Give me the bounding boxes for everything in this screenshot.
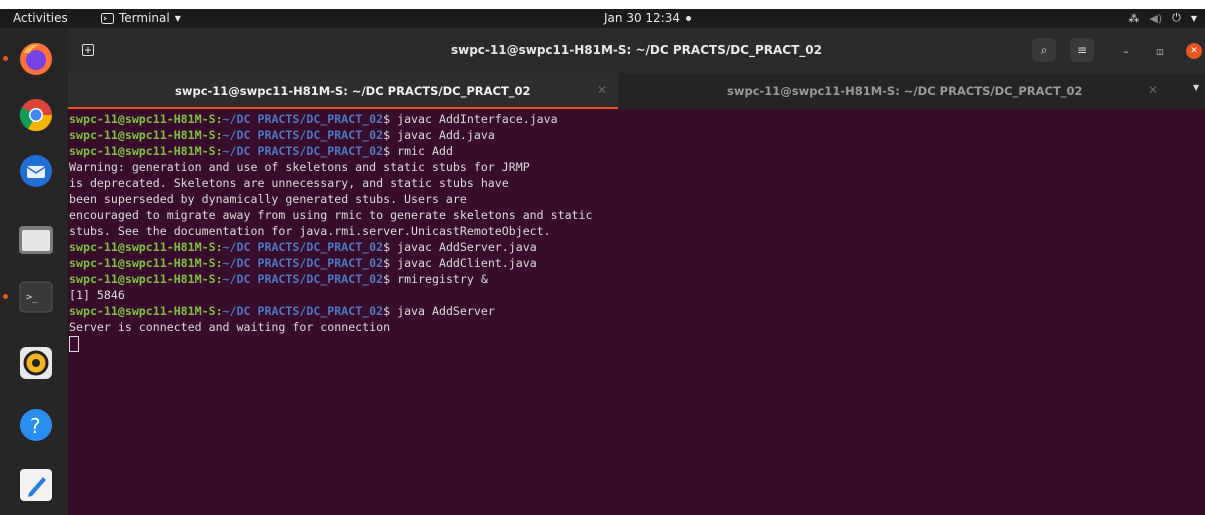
svg-text:>_: >_	[26, 292, 39, 303]
tab-2[interactable]: swpc-11@swpc11-H81M-S: ~/DC PRACTS/DC_PR…	[618, 73, 1205, 107]
maximize-button[interactable]: ◫	[1152, 43, 1168, 59]
prompt-line: swpc-11@swpc11-H81M-S:~/DC PRACTS/DC_PRA…	[68, 271, 1205, 287]
prompt-user: swpc-11@swpc11-H81M-S	[69, 128, 216, 142]
output-line: stubs. See the documentation for java.rm…	[69, 224, 551, 238]
tabs-menu-chevron-icon[interactable]: ▼	[1193, 83, 1199, 92]
prompt-path: ~/DC PRACTS/DC_PRACT_02	[222, 272, 384, 286]
minimize-icon: –	[1123, 44, 1129, 58]
command-text: $ javac AddInterface.java	[383, 112, 558, 126]
search-icon: ⌕	[1040, 42, 1048, 57]
volume-icon: ◀)	[1149, 11, 1163, 25]
close-tab-icon[interactable]: ✕	[597, 83, 607, 97]
prompt-separator: :	[215, 240, 223, 254]
notification-dot-icon	[685, 15, 691, 21]
help-icon[interactable]: ?	[17, 406, 55, 444]
power-icon: ⏻	[1172, 11, 1181, 24]
hamburger-icon: ≡	[1076, 43, 1088, 57]
prompt-path: ~/DC PRACTS/DC_PRACT_02	[222, 128, 384, 142]
prompt-separator: :	[215, 304, 223, 318]
prompt-path: ~/DC PRACTS/DC_PRACT_02	[222, 256, 384, 270]
prompt-path: ~/DC PRACTS/DC_PRACT_02	[222, 304, 384, 318]
prompt-separator: :	[215, 112, 223, 126]
prompt-separator: :	[215, 256, 223, 270]
activities-button[interactable]: Activities	[13, 11, 68, 25]
app-menu-label: Terminal	[119, 11, 170, 25]
prompt-path: ~/DC PRACTS/DC_PRACT_02	[222, 144, 384, 158]
firefox-icon[interactable]	[3, 40, 55, 78]
svg-text:?: ?	[30, 414, 41, 438]
thunderbird-icon[interactable]	[17, 152, 55, 190]
minimize-button[interactable]: –	[1118, 43, 1134, 59]
output-line: [1] 5846	[69, 288, 125, 302]
terminal-window: swpc-11@swpc11-H81M-S: ~/DC PRACTS/DC_PR…	[68, 28, 1205, 515]
menu-button[interactable]: ≡	[1070, 38, 1094, 62]
prompt-user: swpc-11@swpc11-H81M-S	[69, 304, 216, 318]
command-text: $ rmic Add	[383, 144, 453, 158]
system-tray[interactable]: ⁂ ◀) ⏻ ▼	[1128, 11, 1197, 25]
prompt-line: swpc-11@swpc11-H81M-S:~/DC PRACTS/DC_PRA…	[68, 143, 1205, 159]
text-cursor	[69, 335, 79, 352]
rhythmbox-icon[interactable]	[17, 344, 55, 382]
tab-label: swpc-11@swpc11-H81M-S: ~/DC PRACTS/DC_PR…	[175, 84, 531, 98]
chevron-down-icon: ▼	[1190, 13, 1197, 23]
prompt-user: swpc-11@swpc11-H81M-S	[69, 272, 216, 286]
header-bar: swpc-11@swpc11-H81M-S: ~/DC PRACTS/DC_PR…	[68, 28, 1205, 73]
output-line: encouraged to migrate away from using rm…	[69, 208, 593, 222]
command-text: $ rmiregistry &	[383, 272, 488, 286]
prompt-user: swpc-11@swpc11-H81M-S	[69, 144, 216, 158]
clock[interactable]: Jan 30 12:34	[604, 11, 691, 25]
prompt-path: ~/DC PRACTS/DC_PRACT_02	[222, 112, 384, 126]
command-text: $ java AddServer	[383, 304, 495, 318]
app-menu[interactable]: Terminal ▼	[101, 11, 181, 25]
prompt-path: ~/DC PRACTS/DC_PRACT_02	[222, 240, 384, 254]
files-icon[interactable]	[17, 220, 55, 258]
tab-bar: swpc-11@swpc11-H81M-S: ~/DC PRACTS/DC_PR…	[68, 73, 1205, 109]
text-editor-icon[interactable]	[17, 466, 55, 504]
prompt-separator: :	[215, 272, 223, 286]
dock: >_ ?	[0, 28, 68, 515]
prompt-line: swpc-11@swpc11-H81M-S:~/DC PRACTS/DC_PRA…	[68, 111, 1205, 127]
close-button[interactable]: ✕	[1186, 43, 1202, 59]
output-line: Server is connected and waiting for conn…	[69, 320, 391, 334]
prompt-user: swpc-11@swpc11-H81M-S	[69, 240, 216, 254]
chrome-icon[interactable]	[17, 96, 55, 134]
prompt-user: swpc-11@swpc11-H81M-S	[69, 112, 216, 126]
prompt-line: swpc-11@swpc11-H81M-S:~/DC PRACTS/DC_PRA…	[68, 239, 1205, 255]
close-icon: ✕	[1190, 46, 1198, 56]
close-tab-icon[interactable]: ✕	[1148, 83, 1158, 97]
prompt-separator: :	[215, 128, 223, 142]
clock-label: Jan 30 12:34	[604, 11, 680, 25]
output-line: is deprecated. Skeletons are unnecessary…	[69, 176, 509, 190]
network-icon: ⁂	[1128, 11, 1140, 25]
terminal-output[interactable]: swpc-11@swpc11-H81M-S:~/DC PRACTS/DC_PRA…	[68, 109, 1205, 515]
prompt-line: swpc-11@swpc11-H81M-S:~/DC PRACTS/DC_PRA…	[68, 255, 1205, 271]
command-text: $ javac Add.java	[383, 128, 495, 142]
prompt-line: swpc-11@swpc11-H81M-S:~/DC PRACTS/DC_PRA…	[68, 127, 1205, 143]
prompt-line: swpc-11@swpc11-H81M-S:~/DC PRACTS/DC_PRA…	[68, 303, 1205, 319]
terminal-app-icon	[101, 12, 114, 24]
tab-label: swpc-11@swpc11-H81M-S: ~/DC PRACTS/DC_PR…	[727, 84, 1083, 98]
tab-1[interactable]: swpc-11@swpc11-H81M-S: ~/DC PRACTS/DC_PR…	[68, 73, 618, 109]
prompt-user: swpc-11@swpc11-H81M-S	[69, 256, 216, 270]
terminal-icon[interactable]: >_	[3, 278, 55, 316]
output-line: Warning: generation and use of skeletons…	[69, 160, 530, 174]
search-button[interactable]: ⌕	[1032, 38, 1056, 62]
cursor-line	[68, 335, 1205, 352]
maximize-icon: ◫	[1156, 46, 1164, 56]
command-text: $ javac AddClient.java	[383, 256, 537, 270]
chevron-down-icon: ▼	[174, 13, 181, 23]
output-line: been superseded by dynamically generated…	[69, 192, 467, 206]
prompt-separator: :	[215, 144, 223, 158]
command-text: $ javac AddServer.java	[383, 240, 537, 254]
top-bar: Activities Terminal ▼ Jan 30 12:34 ⁂ ◀) …	[0, 9, 1205, 28]
